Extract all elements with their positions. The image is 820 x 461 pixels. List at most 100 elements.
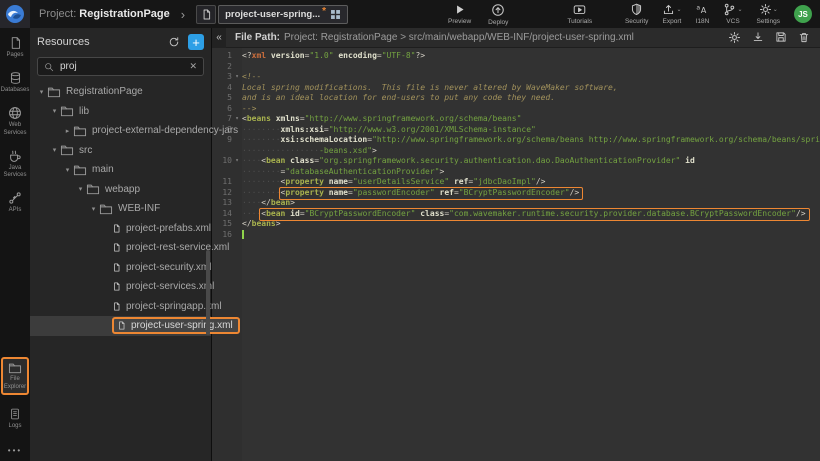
i18n-button[interactable]: Aa I18N [695, 3, 709, 25]
text-cursor [242, 230, 244, 239]
tree-item-label: project-rest-service.xml [126, 242, 229, 253]
project-label: Project: [39, 8, 76, 20]
tree-chevron-icon[interactable]: ▾ [88, 205, 99, 213]
delete-icon[interactable] [798, 31, 810, 44]
vcs-button[interactable]: ⌄ VCS [723, 3, 742, 25]
tree-chevron-icon[interactable]: ▸ [62, 127, 73, 135]
code-line[interactable]: 16 [212, 230, 820, 241]
video-icon [572, 3, 587, 16]
more-options-button[interactable]: ••• [8, 446, 22, 455]
code-line[interactable]: ················-beans.xsd"> [212, 146, 820, 157]
add-resource-button[interactable]: + [188, 34, 204, 50]
main-area: Pages Databases Web Services Java Servic… [0, 28, 820, 461]
tree-item-project-prefabs.xml[interactable]: project-prefabs.xml [30, 219, 211, 239]
open-file-tab[interactable]: project-user-spring... * [218, 5, 348, 24]
code-line[interactable]: 9········xsi:schemaLocation="http://www.… [212, 135, 820, 146]
wavemaker-logo[interactable] [0, 0, 30, 28]
folder-icon [73, 164, 87, 176]
sidebar-item-databases[interactable]: Databases [0, 71, 30, 94]
translate-icon: Aa [695, 3, 709, 16]
settings-button[interactable]: ⌄ Settings [757, 3, 781, 25]
tree-item-main[interactable]: ▾main [30, 160, 211, 180]
code-text: ········<property name="userDetailsServi… [242, 177, 820, 188]
wavemaker-studio: Project:RegistrationPage › project-user-… [0, 0, 820, 461]
tree-chevron-icon[interactable]: ▾ [36, 88, 47, 96]
fold-gutter [232, 83, 242, 94]
security-button[interactable]: Security [625, 3, 648, 25]
fold-arrow-icon[interactable]: ▾ [232, 114, 242, 125]
tree-item-lib[interactable]: ▾lib [30, 102, 211, 122]
fold-gutter [232, 230, 242, 241]
fold-arrow-icon[interactable]: ▾ [232, 72, 242, 83]
code-line[interactable]: 14····<bean id="BCryptPasswordEncoder" c… [212, 209, 820, 220]
tree-item-src[interactable]: ▾ src [30, 141, 211, 161]
deploy-button[interactable]: Deploy [488, 3, 508, 26]
sidebar-item-file-explorer[interactable]: File Explorer [0, 357, 30, 394]
coffee-icon [8, 149, 22, 163]
folder-icon [60, 144, 74, 156]
tree-chevron-icon[interactable]: ▾ [62, 166, 73, 174]
collapse-panel-icon[interactable]: « [212, 28, 226, 48]
tree-item-project-external-dependency-jars[interactable]: ▸project-external-dependency-jars [30, 121, 211, 141]
user-avatar[interactable]: JS [794, 5, 812, 23]
fold-arrow-icon[interactable]: ▾ [232, 156, 242, 167]
export-button[interactable]: ⌄ Export [662, 3, 681, 25]
tree-item-label: src [79, 145, 92, 156]
sidebar-item-pages[interactable]: Pages [0, 36, 30, 59]
code-line[interactable]: 6--> [212, 104, 820, 115]
tree-item-label: project-security.xml [126, 262, 211, 273]
refresh-icon[interactable] [168, 36, 180, 48]
tree-chevron-icon[interactable]: ▾ [75, 185, 86, 193]
file-type-button[interactable] [196, 5, 216, 24]
save-icon[interactable] [775, 31, 787, 44]
globe-icon [8, 106, 22, 120]
sidebar-item-apis[interactable]: APIs [0, 191, 30, 214]
tree-item-project-services.xml[interactable]: project-services.xml [30, 277, 211, 297]
code-text [242, 62, 820, 73]
code-line[interactable]: 7▾<beans xmlns="http://www.springframewo… [212, 114, 820, 125]
code-line[interactable]: 3▾<!-- [212, 72, 820, 83]
code-line[interactable]: ········="databaseAuthenticationProvider… [212, 167, 820, 178]
tutorials-button[interactable]: Tutorials [567, 3, 592, 26]
database-icon [9, 71, 22, 85]
preview-button[interactable]: Preview [448, 3, 471, 26]
file-icon [117, 320, 126, 331]
editor-settings-icon[interactable] [728, 31, 741, 44]
sidebar-item-java-services[interactable]: Java Services [0, 149, 30, 179]
line-number: 2 [212, 62, 232, 73]
editor-actions [728, 31, 810, 44]
tree-item-project-springapp.xml[interactable]: project-springapp.xml [30, 297, 211, 317]
code-text: Local spring modifications. This file is… [242, 83, 820, 94]
tree-item-label: project-external-dependency-jars [92, 125, 238, 136]
search-input[interactable] [58, 60, 185, 73]
code-line[interactable]: 1<?xml version="1.0" encoding="UTF-8"?> [212, 51, 820, 62]
sidebar-item-web-services[interactable]: Web Services [0, 106, 30, 136]
code-line[interactable]: 5and is an ideal location for end-users … [212, 93, 820, 104]
tree-item-WEB-INF[interactable]: ▾ WEB-INF [30, 199, 211, 219]
code-line[interactable]: 8········xmlns:xsi="http://www.w3.org/20… [212, 125, 820, 136]
fold-gutter [232, 51, 242, 62]
tree-item-RegistrationPage[interactable]: ▾RegistrationPage [30, 82, 211, 102]
code-line[interactable]: 11········<property name="userDetailsSer… [212, 177, 820, 188]
line-number: 5 [212, 93, 232, 104]
tree-chevron-icon[interactable]: ▾ [49, 107, 60, 115]
grid-icon[interactable] [330, 9, 341, 20]
open-file-tab-group: project-user-spring... * [196, 5, 348, 24]
tree-item-webapp[interactable]: ▾webapp [30, 180, 211, 200]
tree-chevron-icon[interactable]: ▾ [49, 146, 60, 154]
line-number [212, 167, 232, 178]
code-line[interactable]: 10▾····<bean class="org.springframework.… [212, 156, 820, 167]
code-editor[interactable]: 1<?xml version="1.0" encoding="UTF-8"?>2… [212, 48, 820, 461]
tree-item-project-security.xml[interactable]: project-security.xml [30, 258, 211, 278]
sidebar-item-logs[interactable]: Logs [0, 407, 30, 430]
tree-item-project-rest-service.xml[interactable]: project-rest-service.xml [30, 238, 211, 258]
resources-scrollbar[interactable] [206, 250, 210, 335]
clear-search-icon[interactable]: ✕ [189, 61, 197, 72]
preview-label: Preview [448, 18, 471, 25]
code-line[interactable]: 4Local spring modifications. This file i… [212, 83, 820, 94]
code-line[interactable]: 12········<property name="passwordEncode… [212, 188, 820, 199]
code-line[interactable]: 2 [212, 62, 820, 73]
tree-item-label: WEB-INF [118, 203, 160, 214]
download-icon[interactable] [752, 31, 764, 44]
tree-item-project-user-spring.xml[interactable]: project-user-spring.xml [30, 316, 211, 336]
